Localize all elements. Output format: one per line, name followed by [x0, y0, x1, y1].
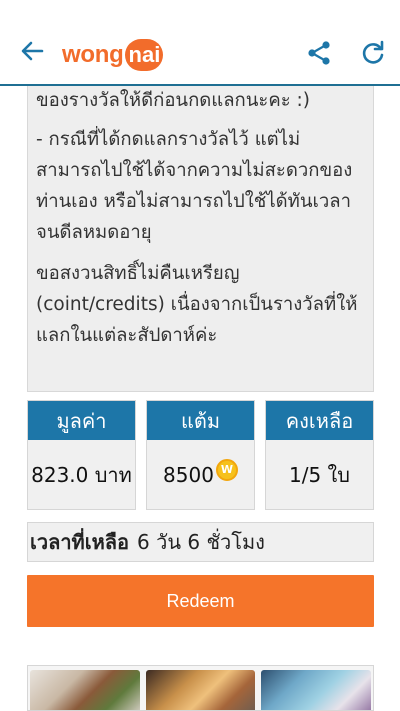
- share-icon[interactable]: [306, 40, 332, 66]
- stat-value-amount: 823.0 บาท: [31, 462, 132, 487]
- app-bar: wong nai: [0, 0, 400, 86]
- deal-stats: มูลค่า 823.0 บาท แต้ม 8500 W คงเหลือ 1/5…: [27, 400, 374, 510]
- stat-value: มูลค่า 823.0 บาท: [27, 400, 136, 510]
- time-remaining: เวลาที่เหลือ 6 วัน 6 ชั่วโมง: [27, 522, 374, 562]
- wongnai-logo[interactable]: wong nai: [62, 37, 164, 73]
- coin-icon: W: [215, 458, 238, 481]
- points-number: 8500: [163, 462, 214, 487]
- back-arrow-icon[interactable]: [18, 37, 46, 65]
- notes-paragraph-2: - กรณีที่ได้กดแลกรางวัลไว้ แต่ไม่สามารถไ…: [36, 129, 353, 243]
- notes-line-1: ของรางวัลให้ดีก่อนกดแลกนะคะ :): [36, 90, 310, 111]
- stat-remaining-amount: 1/5 ใบ: [288, 462, 350, 487]
- redeem-button[interactable]: Redeem: [27, 575, 374, 627]
- notes-paragraph-3: ขอสงวนสิทธิ์ไม่คืนเหรียญ (coint/credits)…: [36, 263, 358, 346]
- gallery-photo[interactable]: [145, 670, 256, 710]
- gallery-photo[interactable]: [30, 670, 140, 710]
- stat-points-label: แต้ม: [147, 401, 254, 440]
- logo-wordmark: wong: [62, 41, 124, 68]
- time-remaining-label: เวลาที่เหลือ: [30, 530, 130, 554]
- logo-badge: nai: [125, 39, 164, 71]
- stat-value-label: มูลค่า: [28, 401, 135, 440]
- stat-points: แต้ม 8500 W: [146, 400, 255, 510]
- stat-remaining-label: คงเหลือ: [266, 401, 373, 440]
- refresh-icon[interactable]: [360, 40, 386, 66]
- gallery-photo[interactable]: [261, 670, 372, 710]
- stat-points-amount: 8500 W: [147, 440, 254, 509]
- photo-gallery: [27, 665, 374, 711]
- time-remaining-value: 6 วัน 6 ชั่วโมง: [137, 530, 265, 554]
- terms-notes: ของรางวัลให้ดีก่อนกดแลกนะคะ :) - กรณีที่…: [27, 86, 374, 392]
- stat-remaining: คงเหลือ 1/5 ใบ: [265, 400, 374, 510]
